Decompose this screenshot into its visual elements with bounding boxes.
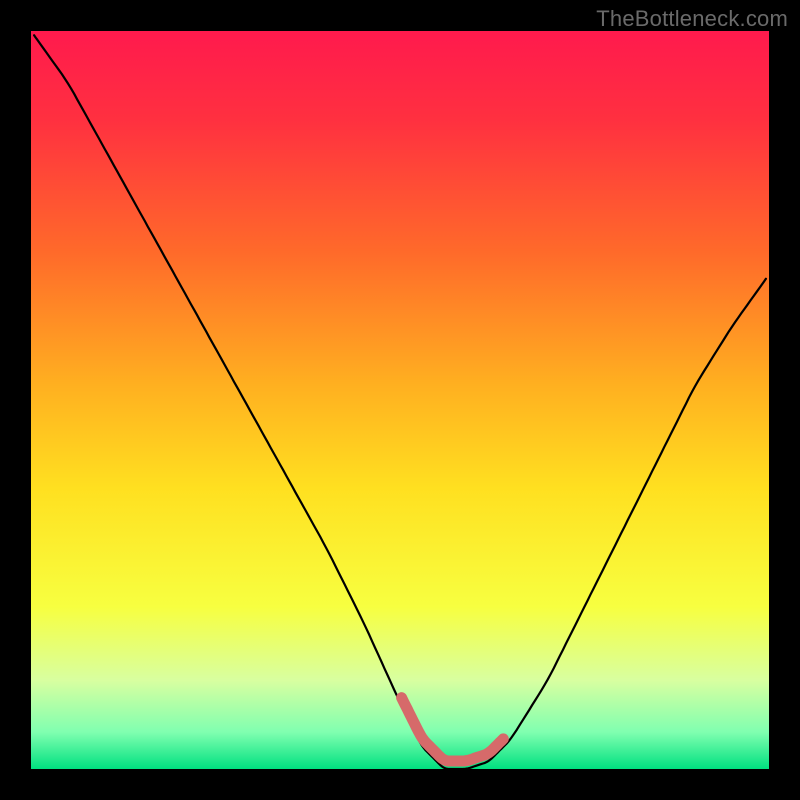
curve-layer [31, 31, 769, 769]
bottleneck-curve [34, 35, 766, 769]
optimal-region-marker [402, 698, 504, 761]
chart-stage: TheBottleneck.com [0, 0, 800, 800]
plot-area [31, 31, 769, 769]
watermark-text: TheBottleneck.com [596, 6, 788, 32]
